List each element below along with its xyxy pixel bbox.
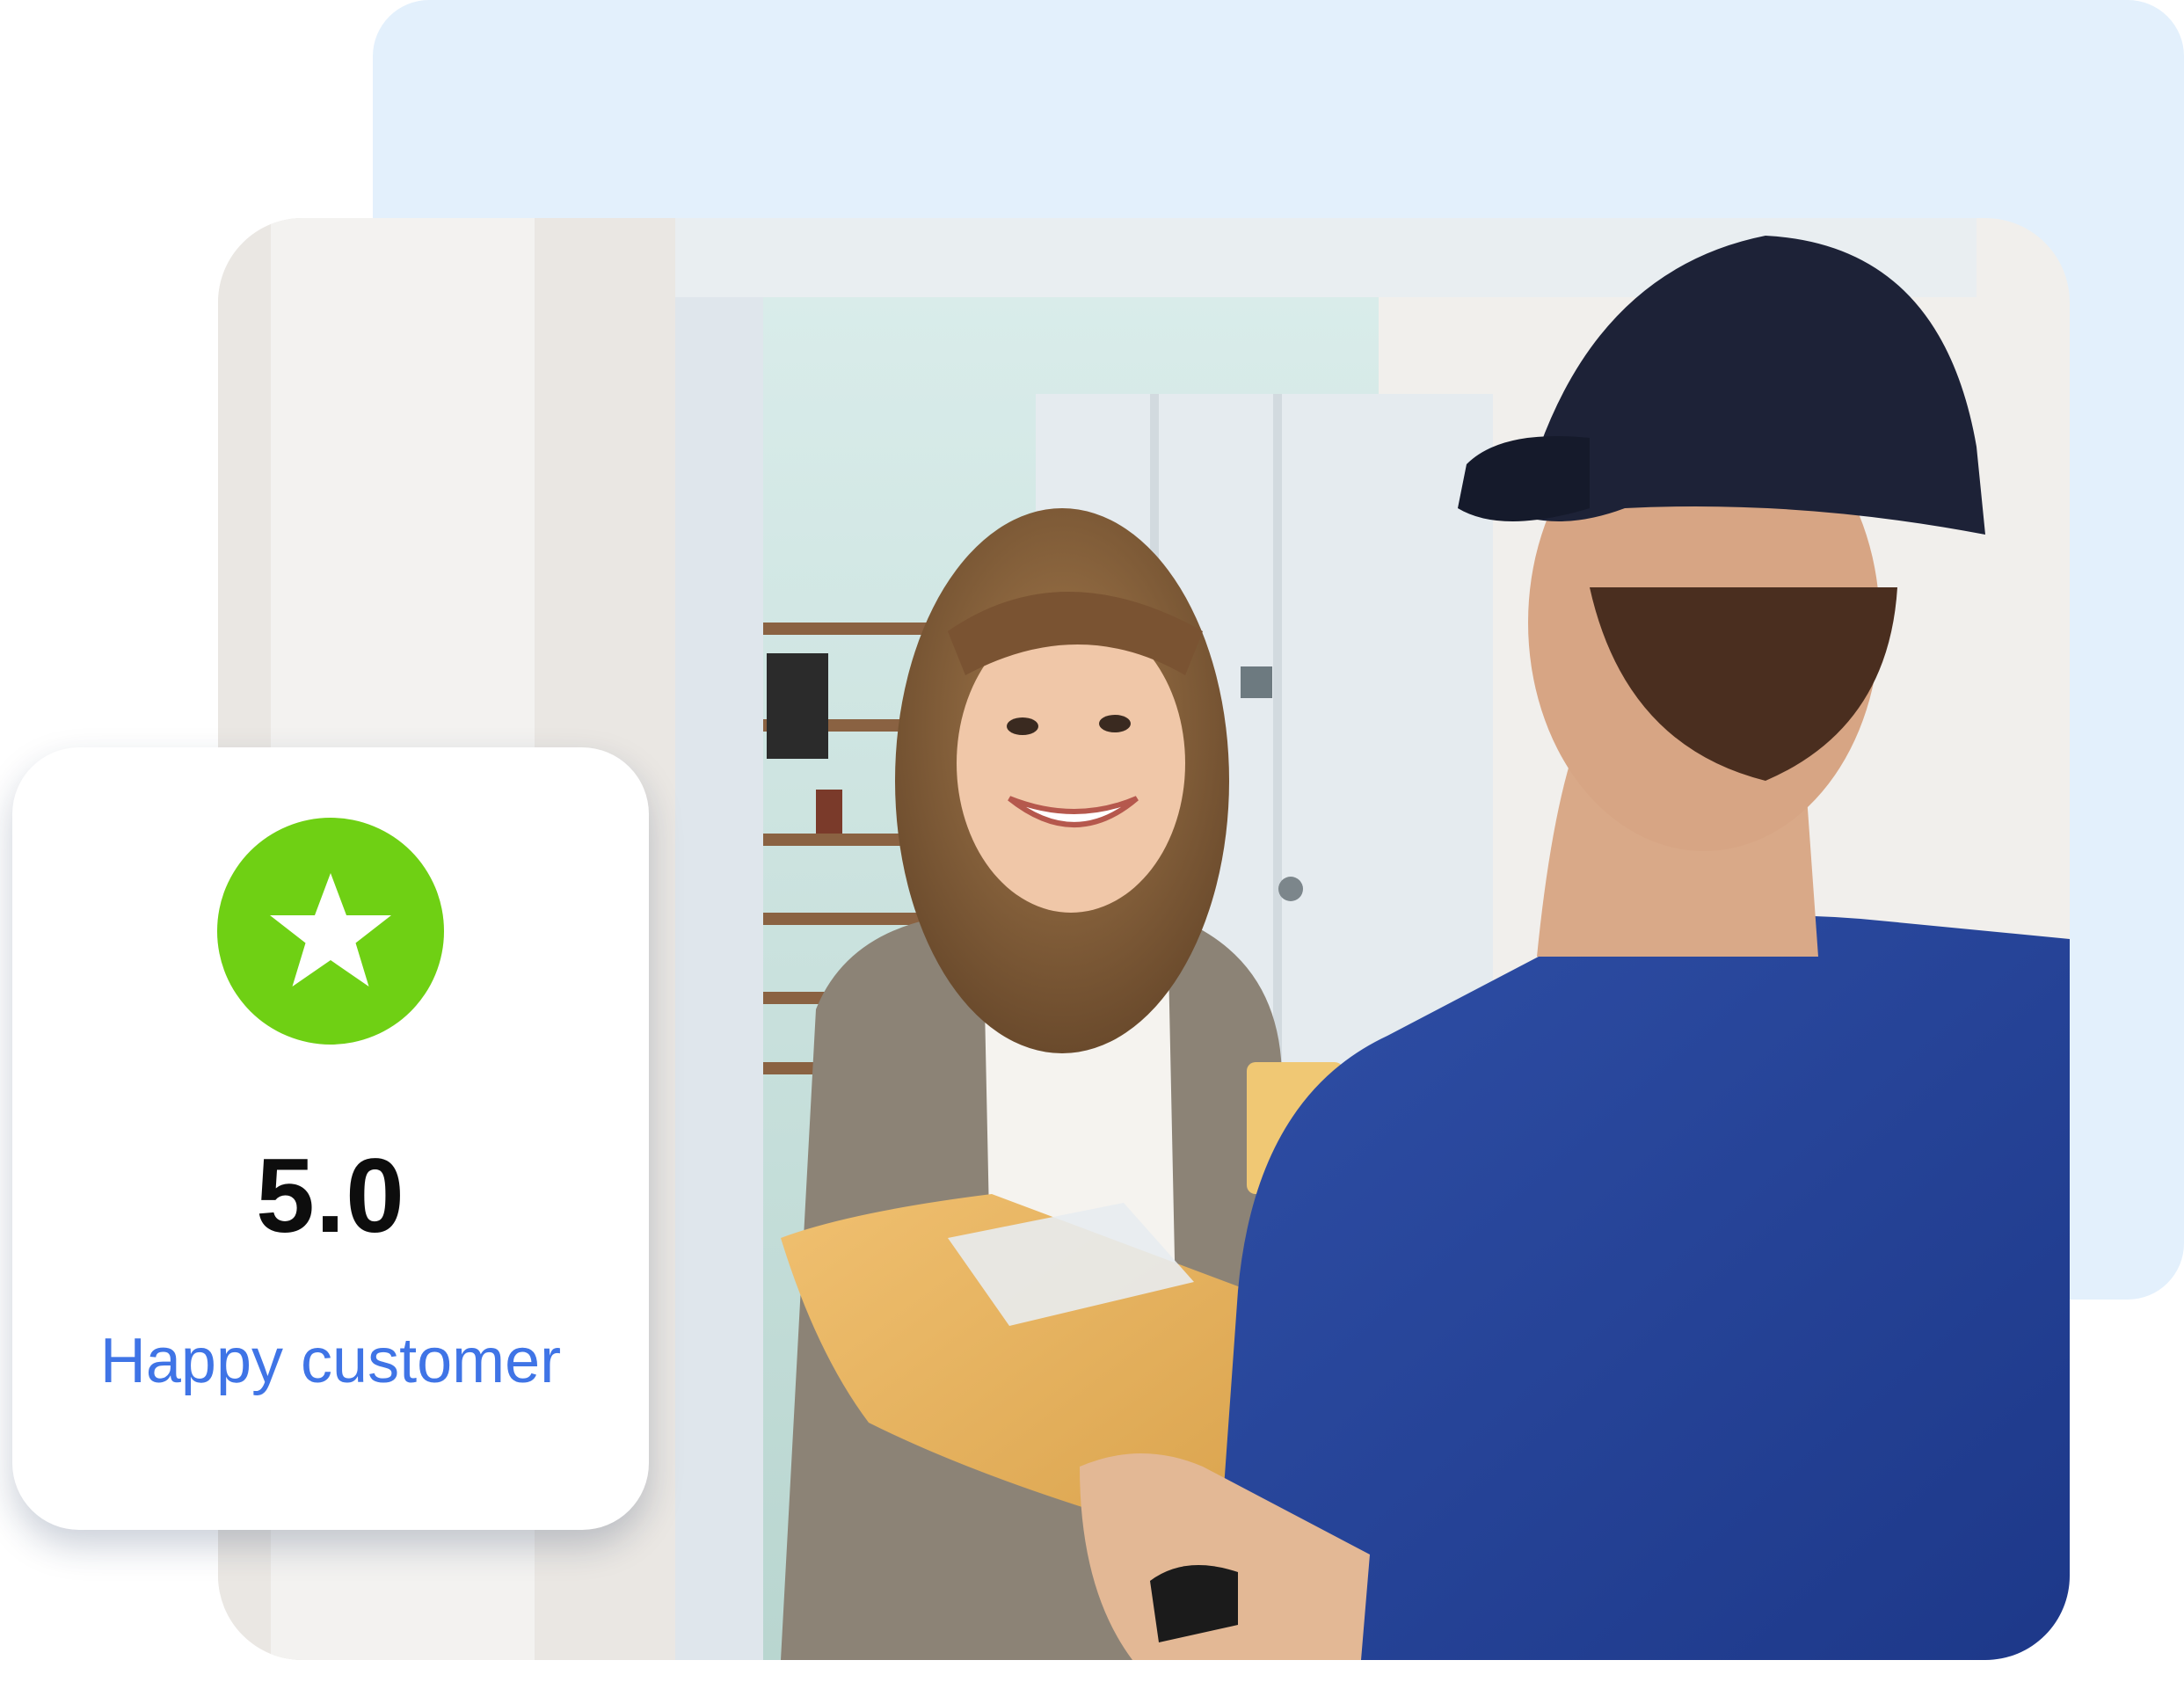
star-glyph [270,873,391,987]
rating-label: Happy customer [99,1326,562,1396]
hero-stage: 5.0 Happy customer [0,0,2184,1682]
star-icon [217,818,444,1045]
rating-card: 5.0 Happy customer [12,747,649,1530]
rating-value: 5.0 [256,1137,405,1255]
